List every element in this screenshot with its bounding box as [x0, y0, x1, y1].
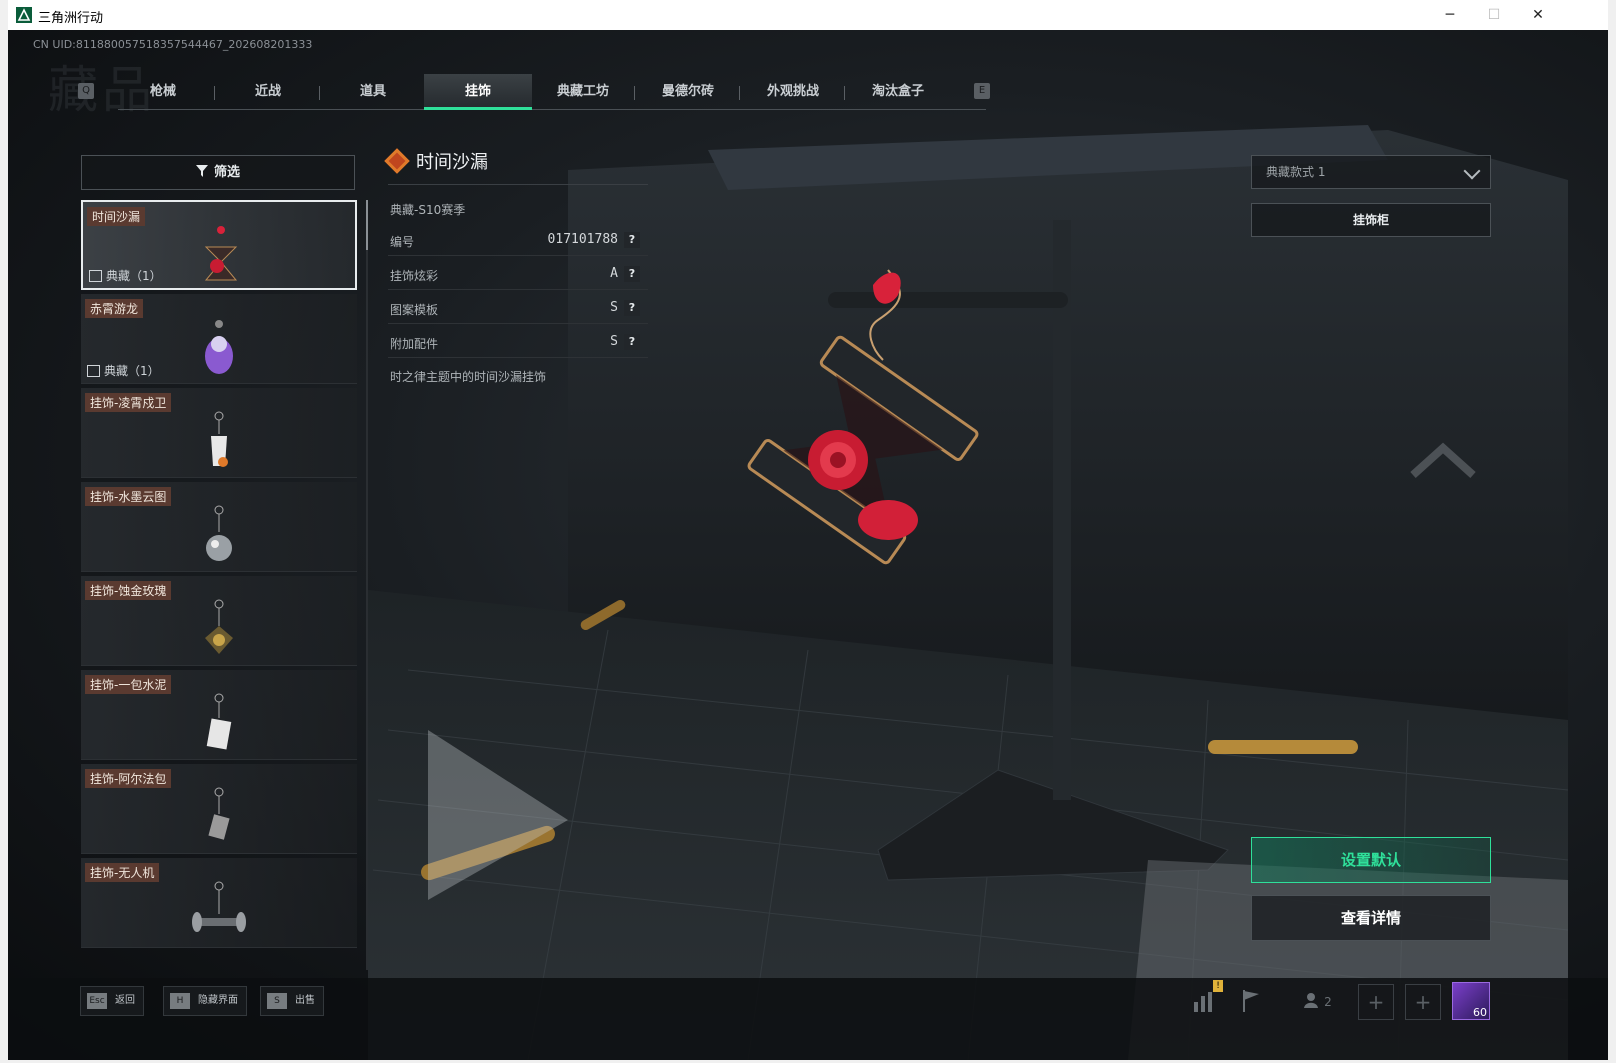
detail-description: 时之律主题中的时间沙漏挂饰 — [390, 370, 547, 384]
item-name: 时间沙漏 — [87, 207, 146, 226]
tab-melee[interactable]: 近战 — [214, 74, 322, 110]
scrollbar-thumb[interactable] — [366, 200, 368, 250]
item-name: 挂饰-一包水泥 — [85, 675, 172, 694]
chevron-down-icon — [1463, 162, 1481, 180]
tab-items[interactable]: 道具 — [319, 74, 427, 110]
style-select[interactable]: 典藏款式 1 — [1251, 155, 1491, 189]
prev-tab-key[interactable]: Q — [78, 83, 94, 99]
friends-icon — [1304, 993, 1319, 1008]
collection-icon — [87, 365, 100, 377]
tab-charms[interactable]: 挂饰 — [424, 74, 532, 110]
tab-firearms[interactable]: 枪械 — [109, 74, 217, 110]
stats-icon[interactable] — [1186, 984, 1220, 1018]
detail-row-serial: 编号 017101788? — [388, 224, 648, 256]
add-party-slot-2[interactable]: + — [1405, 984, 1441, 1020]
close-button[interactable]: ✕ — [1522, 4, 1554, 26]
view-details-button[interactable]: 查看详情 — [1251, 895, 1491, 941]
sell-hotkey[interactable]: S 出售 — [260, 986, 324, 1016]
set-default-button[interactable]: 设置默认 — [1251, 837, 1491, 883]
maximize-button[interactable]: ☐ — [1478, 4, 1510, 26]
friends-count: 2 — [1324, 995, 1332, 1009]
item-name: 挂饰-蚀金玫瑰 — [85, 581, 172, 600]
item-count: 典藏（1） — [87, 362, 160, 379]
item-name: 挂饰-无人机 — [85, 863, 160, 882]
help-icon[interactable]: ? — [624, 300, 640, 316]
drone-charm-icon — [192, 881, 246, 932]
guardian-charm-icon — [211, 411, 228, 467]
list-item-hourglass[interactable]: 时间沙漏 典藏（1） — [81, 200, 357, 290]
item-count: 典藏（1） — [89, 267, 162, 284]
list-item-gold-rose[interactable]: 挂饰-蚀金玫瑰 — [81, 576, 357, 666]
detail-row-colorway: 挂饰炫彩 A? — [388, 258, 648, 290]
tab-mandel-brick[interactable]: 曼德尔砖 — [634, 74, 742, 110]
charm-list: 时间沙漏 典藏（1） 赤霄游龙 典藏（1） 挂饰-凌霄戍卫 挂饰-水墨云图 挂饰… — [81, 200, 357, 980]
dragon-charm-icon — [205, 320, 233, 374]
tab-collection-workshop[interactable]: 典藏工坊 — [529, 74, 637, 110]
detail-row-accessory: 附加配件 S? — [388, 326, 648, 358]
app-icon — [16, 7, 32, 23]
flag-icon[interactable] — [1234, 984, 1268, 1018]
item-name: 挂饰-水墨云图 — [85, 487, 172, 506]
list-item-cement-bag[interactable]: 挂饰-一包水泥 — [81, 670, 357, 760]
list-item-dragon[interactable]: 赤霄游龙 典藏（1） — [81, 294, 357, 384]
filter-icon — [195, 165, 208, 177]
help-icon[interactable]: ? — [624, 232, 640, 248]
back-hotkey[interactable]: Esc 返回 — [80, 986, 144, 1016]
alpha-bag-charm-icon — [208, 787, 230, 840]
item-name: 赤霄游龙 — [85, 299, 144, 318]
filter-button[interactable]: 筛选 — [81, 155, 355, 190]
minimize-button[interactable]: ─ — [1434, 4, 1466, 26]
hide-ui-hotkey[interactable]: H 隐藏界面 — [163, 986, 247, 1016]
item-name: 挂饰-凌霄戍卫 — [85, 393, 172, 412]
list-item-alpha-bag[interactable]: 挂饰-阿尔法包 — [81, 764, 357, 854]
gold-rose-charm-icon — [205, 599, 233, 654]
arrow-up-decoration — [1410, 442, 1476, 478]
detail-title: 时间沙漏 — [384, 148, 488, 174]
friends-indicator[interactable]: 2 — [1292, 984, 1342, 1018]
category-tabs: Q 枪械 近战 道具 挂饰 典藏工坊 曼德尔砖 外观挑战 淘汰盒子 E — [78, 74, 998, 110]
player-avatar[interactable]: 60 — [1452, 982, 1490, 1020]
rarity-diamond-icon — [384, 148, 410, 174]
help-icon[interactable]: ? — [624, 266, 640, 282]
bottom-bar: Esc 返回 H 隐藏界面 S 出售 ! 2 + + 60 — [8, 978, 1608, 1060]
list-item-ink-cloud[interactable]: 挂饰-水墨云图 — [81, 482, 357, 572]
list-scrollbar[interactable] — [366, 200, 368, 970]
game-window: 三角洲行动 ─ ☐ ✕ CN UID:811880057518357544467… — [8, 0, 1608, 1060]
window-title: 三角洲行动 — [38, 11, 104, 26]
help-icon[interactable]: ? — [624, 334, 640, 350]
list-item-drone[interactable]: 挂饰-无人机 — [81, 858, 357, 948]
item-name: 挂饰-阿尔法包 — [85, 769, 172, 788]
player-level: 60 — [1473, 1006, 1487, 1019]
list-item-guardian[interactable]: 挂饰-凌霄戍卫 — [81, 388, 357, 478]
title-bar: 三角洲行动 ─ ☐ ✕ — [8, 0, 1608, 30]
detail-row-pattern: 图案模板 S? — [388, 292, 648, 324]
game-viewport: CN UID:811880057518357544467_20260820133… — [8, 30, 1608, 1060]
add-party-slot-1[interactable]: + — [1358, 984, 1394, 1020]
cement-bag-charm-icon — [206, 693, 232, 750]
next-tab-key[interactable]: E — [974, 83, 990, 99]
hourglass-charm-model — [747, 269, 979, 565]
detail-season: 典藏-S10赛季 — [390, 203, 466, 217]
tab-appearance-challenge[interactable]: 外观挑战 — [739, 74, 847, 110]
detail-divider — [388, 184, 648, 185]
tab-elimination-box[interactable]: 淘汰盒子 — [844, 74, 952, 110]
ink-ball-charm-icon — [206, 505, 232, 561]
filter-label: 筛选 — [213, 165, 240, 180]
hourglass-rose-charm-icon — [204, 226, 238, 281]
charm-cabinet-button[interactable]: 挂饰柜 — [1251, 203, 1491, 237]
collection-icon — [89, 270, 102, 282]
